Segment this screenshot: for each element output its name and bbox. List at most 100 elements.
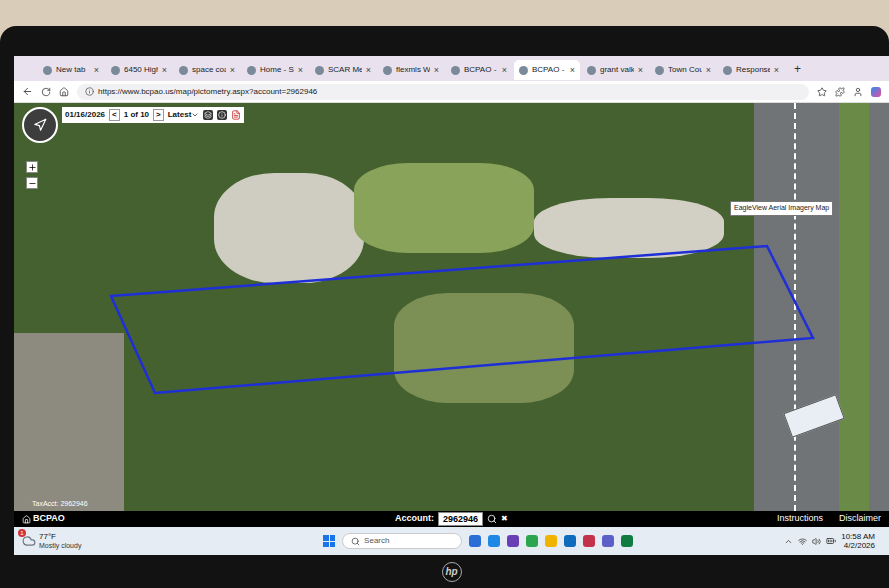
tab-close-button[interactable]: × bbox=[774, 66, 779, 75]
browser-tab[interactable]: SCAR Mem× bbox=[310, 60, 376, 80]
search-placeholder: Search bbox=[364, 535, 389, 547]
date: 4/2/2026 bbox=[844, 541, 875, 550]
battery-icon[interactable] bbox=[826, 536, 836, 546]
bottom-bezel: hp bbox=[14, 555, 889, 588]
search-icon[interactable] bbox=[487, 514, 497, 524]
compass-icon bbox=[33, 118, 47, 132]
sand-patch bbox=[534, 198, 724, 258]
app-icon[interactable] bbox=[602, 535, 614, 547]
tray-overflow-icon[interactable] bbox=[784, 537, 793, 546]
laptop-logo: hp bbox=[442, 562, 462, 582]
system-tray: 10:58 AM4/2/2026 bbox=[784, 532, 881, 550]
tab-close-button[interactable]: × bbox=[230, 66, 235, 75]
tab-close-button[interactable]: × bbox=[162, 66, 167, 75]
highway bbox=[754, 103, 889, 511]
new-tab-button[interactable]: + bbox=[786, 60, 809, 78]
account-links: Instructions Disclaimer bbox=[595, 512, 881, 526]
favicon-icon bbox=[315, 66, 324, 75]
tab-close-button[interactable]: × bbox=[706, 66, 711, 75]
browser-tab[interactable]: Response I× bbox=[718, 60, 784, 80]
tab-close-button[interactable]: × bbox=[366, 66, 371, 75]
back-icon[interactable] bbox=[22, 86, 33, 97]
tax-account-watermark: TaxAcct: 2962946 bbox=[32, 499, 88, 510]
url-field[interactable]: https://www.bcpao.us/map/pictometry.aspx… bbox=[77, 84, 809, 100]
app-icon[interactable] bbox=[545, 535, 557, 547]
next-button[interactable]: > bbox=[153, 109, 164, 121]
favicon-icon bbox=[247, 66, 256, 75]
imagery-toolbar: 01/16/2026<1 of 10>Latest bbox=[62, 107, 244, 123]
bcpao-logo[interactable]: BCPAO bbox=[22, 512, 308, 526]
layers-icon[interactable] bbox=[203, 110, 213, 120]
tab-close-button[interactable]: × bbox=[570, 66, 575, 75]
page-indicator: 1 of 10 bbox=[124, 109, 149, 121]
copilot-icon[interactable] bbox=[871, 87, 881, 97]
taskbar-search[interactable]: Search bbox=[342, 533, 462, 549]
profile-icon[interactable] bbox=[853, 87, 863, 97]
zoom-out-button[interactable] bbox=[26, 177, 38, 189]
tab-close-button[interactable]: × bbox=[502, 66, 507, 75]
clock[interactable]: 10:58 AM4/2/2026 bbox=[841, 532, 875, 550]
browser-tab[interactable]: New tab× bbox=[38, 60, 104, 80]
favorite-icon[interactable] bbox=[817, 87, 827, 97]
zoom-controls bbox=[26, 161, 38, 189]
notification-badge: 1 bbox=[18, 529, 26, 537]
zoom-in-button[interactable] bbox=[26, 161, 38, 173]
tab-label: space coa bbox=[192, 64, 226, 76]
app-icon[interactable] bbox=[469, 535, 481, 547]
app-icon[interactable] bbox=[564, 535, 576, 547]
grass-field bbox=[354, 163, 534, 253]
browser-tab[interactable]: BCPAO - P × bbox=[446, 60, 512, 80]
app-icon[interactable] bbox=[583, 535, 595, 547]
railway bbox=[14, 333, 124, 511]
tab-close-button[interactable]: × bbox=[94, 66, 99, 75]
home-icon[interactable] bbox=[59, 87, 69, 97]
favicon-icon bbox=[655, 66, 664, 75]
field-strip bbox=[394, 293, 574, 403]
tab-close-button[interactable]: × bbox=[434, 66, 439, 75]
browser-tab[interactable]: grant valka× bbox=[582, 60, 648, 80]
favicon-icon bbox=[587, 66, 596, 75]
footer-link[interactable]: Instructions bbox=[777, 512, 823, 526]
app-icon[interactable] bbox=[488, 535, 500, 547]
sand-patch bbox=[214, 173, 364, 283]
tab-close-button[interactable]: × bbox=[298, 66, 303, 75]
version-select[interactable]: Latest bbox=[168, 109, 200, 121]
browser-tab[interactable]: flexmls We × bbox=[378, 60, 444, 80]
favicon-icon bbox=[723, 66, 732, 75]
previous-button[interactable]: < bbox=[109, 109, 120, 121]
browser-tab[interactable]: 6450 High× bbox=[106, 60, 172, 80]
compass-control[interactable] bbox=[22, 107, 58, 143]
tab-label: BCPAO - P bbox=[464, 64, 498, 76]
plus-icon bbox=[28, 163, 37, 172]
pdf-icon[interactable] bbox=[231, 110, 241, 120]
refresh-icon[interactable] bbox=[41, 87, 51, 97]
tab-label: Town Cou bbox=[668, 64, 702, 76]
favicon-icon bbox=[451, 66, 460, 75]
app-icon[interactable] bbox=[526, 535, 538, 547]
account-input[interactable]: 2962946 bbox=[438, 512, 483, 526]
browser-tab[interactable]: BCPAO - E × bbox=[514, 60, 580, 80]
tab-label: BCPAO - E bbox=[532, 64, 566, 76]
screen: New tab×6450 High×space coa×Home - Sp×SC… bbox=[14, 56, 889, 555]
tab-close-button[interactable]: × bbox=[638, 66, 643, 75]
extensions-icon[interactable] bbox=[835, 87, 845, 97]
clear-button[interactable]: ✖ bbox=[501, 513, 508, 525]
app-icon[interactable] bbox=[507, 535, 519, 547]
tab-label: flexmls We bbox=[396, 64, 430, 76]
weather-widget[interactable]: 177°FMostly cloudy bbox=[22, 532, 172, 550]
site-info-icon[interactable] bbox=[85, 87, 94, 96]
info-icon[interactable] bbox=[217, 110, 227, 120]
address-bar: https://www.bcpao.us/map/pictometry.aspx… bbox=[14, 81, 889, 103]
taskbar: 177°FMostly cloudy Search 10:58 AM4/2/2026 bbox=[14, 527, 889, 555]
aerial-map[interactable]: 01/16/2026<1 of 10>LatestEagleView Aeria… bbox=[14, 103, 889, 511]
volume-icon[interactable] bbox=[812, 537, 821, 546]
app-icon[interactable] bbox=[621, 535, 633, 547]
browser-tab[interactable]: space coa × bbox=[174, 60, 240, 80]
windows-logo-icon[interactable] bbox=[323, 535, 335, 547]
browser-tab[interactable]: Town Cou × bbox=[650, 60, 716, 80]
footer-link[interactable]: Disclaimer bbox=[839, 512, 881, 526]
laptop: New tab×6450 High×space coa×Home - Sp×SC… bbox=[0, 26, 889, 588]
wifi-icon[interactable] bbox=[798, 537, 807, 546]
browser-tab[interactable]: Home - Sp× bbox=[242, 60, 308, 80]
minus-icon bbox=[28, 179, 37, 188]
